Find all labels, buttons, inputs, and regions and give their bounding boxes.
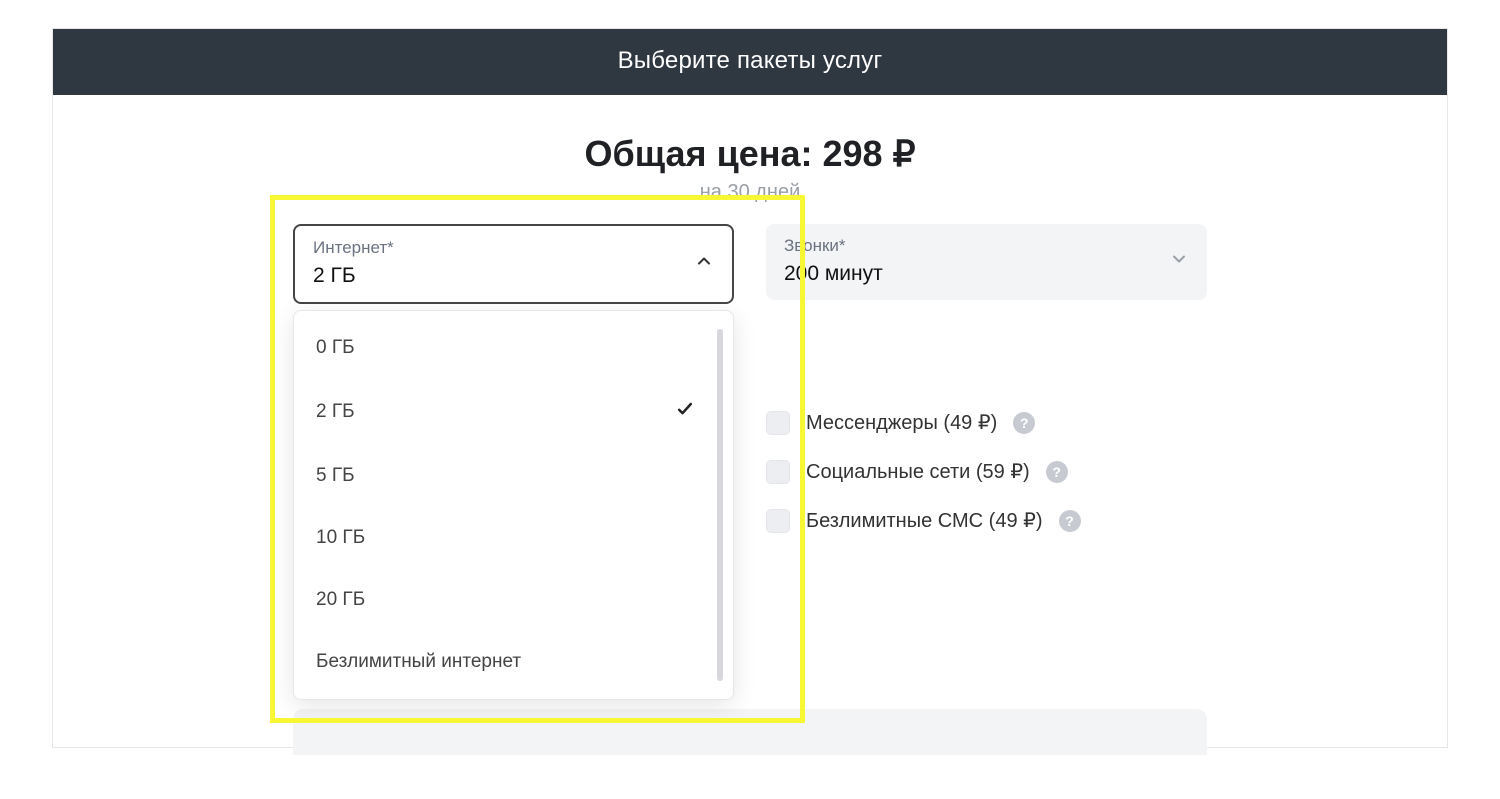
internet-option-label: 0 ГБ xyxy=(316,337,355,359)
help-icon[interactable]: ? xyxy=(1059,510,1081,532)
internet-select[interactable]: Интернет* 2 ГБ xyxy=(293,224,734,304)
internet-option[interactable]: 2 ГБ xyxy=(294,379,717,445)
internet-option-label: 10 ГБ xyxy=(316,527,365,549)
internet-option[interactable]: 5 ГБ xyxy=(294,445,717,507)
addon-label: Мессенджеры (49 ₽) xyxy=(806,410,997,435)
total-price-label: Общая цена: xyxy=(584,133,812,174)
internet-option-label: 5 ГБ xyxy=(316,465,355,487)
addons-list: Мессенджеры (49 ₽)?Социальные сети (59 ₽… xyxy=(766,410,1207,533)
addon-checkbox[interactable] xyxy=(766,460,790,484)
internet-select-label: Интернет* xyxy=(313,238,394,258)
bottom-panel xyxy=(293,709,1207,755)
calls-col: Звонки* 200 минут Мессенджеры (49 ₽)?Соц… xyxy=(766,224,1207,533)
internet-option-label: Безлимитный интернет xyxy=(316,651,521,673)
internet-select-value: 2 ГБ xyxy=(313,264,394,288)
chevron-down-icon xyxy=(1169,249,1189,274)
addon-row: Мессенджеры (49 ₽)? xyxy=(766,410,1207,435)
chevron-up-icon xyxy=(694,251,714,276)
dropdown-scrollbar[interactable] xyxy=(717,329,723,681)
select-row: Интернет* 2 ГБ 0 ГБ2 ГБ5 ГБ10 ГБ20 ГББез… xyxy=(293,224,1207,533)
internet-option[interactable]: 10 ГБ xyxy=(294,507,717,569)
internet-option[interactable]: 20 ГБ xyxy=(294,569,717,631)
total-price-block: Общая цена: 298 ₽ на 30 дней xyxy=(53,133,1447,204)
card-header: Выберите пакеты услуг xyxy=(53,29,1447,95)
calls-select[interactable]: Звонки* 200 минут xyxy=(766,224,1207,300)
content: Интернет* 2 ГБ 0 ГБ2 ГБ5 ГБ10 ГБ20 ГББез… xyxy=(293,224,1207,533)
addon-label: Безлимитные СМС (49 ₽) xyxy=(806,508,1043,533)
help-icon[interactable]: ? xyxy=(1046,461,1068,483)
internet-col: Интернет* 2 ГБ 0 ГБ2 ГБ5 ГБ10 ГБ20 ГББез… xyxy=(293,224,734,533)
addon-row: Безлимитные СМС (49 ₽)? xyxy=(766,508,1207,533)
internet-option[interactable]: Безлимитный интернет xyxy=(294,631,717,693)
internet-option-label: 2 ГБ xyxy=(316,401,355,423)
addon-checkbox[interactable] xyxy=(766,509,790,533)
card-frame: Выберите пакеты услуг Общая цена: 298 ₽ … xyxy=(52,28,1448,748)
total-price-amount: 298 xyxy=(823,133,883,174)
total-price-currency: ₽ xyxy=(893,133,916,174)
total-price: Общая цена: 298 ₽ xyxy=(53,133,1447,175)
internet-option[interactable]: 0 ГБ xyxy=(294,317,717,379)
help-icon[interactable]: ? xyxy=(1013,412,1035,434)
internet-dropdown: 0 ГБ 2 ГБ 5 ГБ 10 ГБ 20 ГБ Безлимитный интерн… xyxy=(293,310,734,700)
check-icon xyxy=(675,399,695,425)
calls-select-label: Звонки* xyxy=(784,236,883,256)
calls-select-value: 200 минут xyxy=(784,262,883,286)
addon-label: Социальные сети (59 ₽) xyxy=(806,459,1030,484)
addon-checkbox[interactable] xyxy=(766,411,790,435)
internet-option-label: 20 ГБ xyxy=(316,589,365,611)
addon-row: Социальные сети (59 ₽)? xyxy=(766,459,1207,484)
total-price-sub: на 30 дней xyxy=(53,181,1447,204)
card-header-title: Выберите пакеты услуг xyxy=(618,47,883,74)
